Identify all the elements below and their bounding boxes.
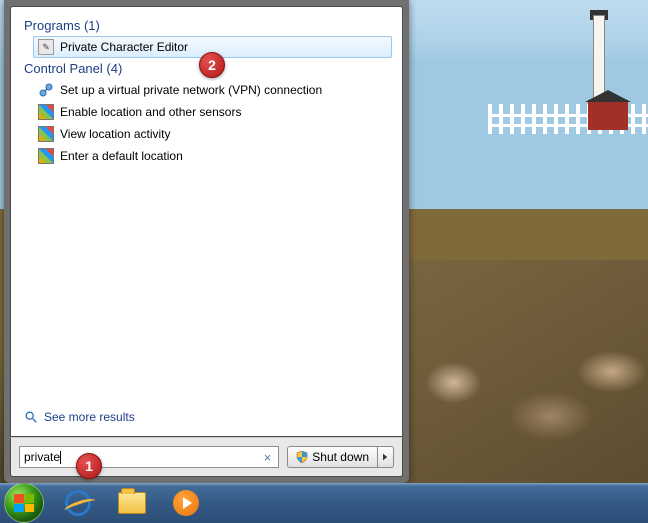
result-enter-default-location[interactable]: Enter a default location <box>33 145 392 167</box>
result-enable-location-sensors[interactable]: Enable location and other sensors <box>33 101 392 123</box>
shutdown-button[interactable]: Shut down <box>287 446 378 468</box>
control-panel-icon <box>38 148 54 164</box>
text-caret <box>60 451 61 464</box>
start-menu-footer: private × Shut down <box>10 437 403 477</box>
callout-badge-1: 1 <box>76 453 102 479</box>
shutdown-label: Shut down <box>312 450 369 464</box>
pce-icon: ✎ <box>38 39 54 55</box>
shield-icon <box>296 451 308 463</box>
media-player-icon <box>173 490 199 516</box>
result-label: Enable location and other sensors <box>60 105 241 119</box>
result-label: View location activity <box>60 127 171 141</box>
see-more-label: See more results <box>44 410 135 424</box>
result-label: Private Character Editor <box>60 40 188 54</box>
taskbar-windows-explorer[interactable] <box>106 486 158 520</box>
wallpaper-house <box>588 100 628 130</box>
network-icon <box>38 82 54 98</box>
start-button[interactable] <box>4 483 44 523</box>
internet-explorer-icon <box>65 490 91 516</box>
taskbar-media-player[interactable] <box>160 486 212 520</box>
control-panel-icon <box>38 104 54 120</box>
folder-icon <box>118 492 146 514</box>
search-input-wrapper[interactable]: private × <box>19 446 279 468</box>
result-vpn-connection[interactable]: Set up a virtual private network (VPN) c… <box>33 79 392 101</box>
callout-badge-2: 2 <box>199 52 225 78</box>
result-label: Set up a virtual private network (VPN) c… <box>60 83 322 97</box>
search-icon <box>24 410 38 424</box>
shutdown-group: Shut down <box>287 446 394 468</box>
see-more-results[interactable]: See more results <box>21 404 392 430</box>
result-label: Enter a default location <box>60 149 183 163</box>
clear-search-button[interactable]: × <box>261 450 275 465</box>
shutdown-options-button[interactable] <box>378 446 394 468</box>
control-panel-icon <box>38 126 54 142</box>
wallpaper-rocks <box>405 260 648 483</box>
result-view-location-activity[interactable]: View location activity <box>33 123 392 145</box>
taskbar <box>0 483 648 523</box>
search-text: private <box>24 450 60 464</box>
category-header-programs: Programs (1) <box>21 15 392 36</box>
windows-logo-icon <box>14 494 34 512</box>
taskbar-internet-explorer[interactable] <box>52 486 104 520</box>
chevron-right-icon <box>383 450 388 464</box>
